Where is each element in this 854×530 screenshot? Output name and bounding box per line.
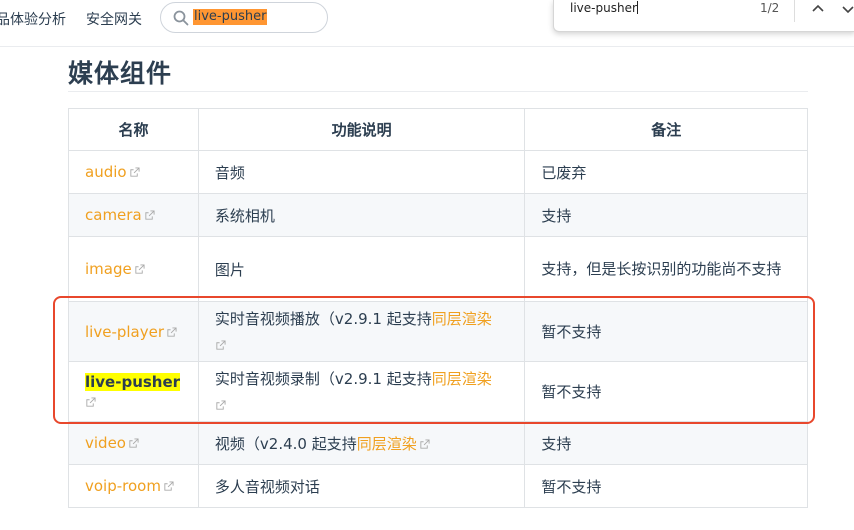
component-link-video[interactable]: video: [85, 434, 139, 452]
component-link-camera[interactable]: camera: [85, 206, 155, 224]
find-input[interactable]: live-pusher: [570, 1, 638, 15]
cell-name: voip-room: [68, 464, 199, 508]
cell-description: 多人音视频对话: [197, 464, 526, 508]
cell-note: 暂不支持: [524, 464, 808, 508]
link-text: image: [85, 260, 132, 278]
page-title: 媒体组件: [68, 59, 173, 88]
table-row: voip-room 多人音视频对话 暂不支持: [68, 464, 808, 508]
cell-description: 视频（v2.4.0 起支持同层渲染: [197, 421, 526, 465]
cell-note: 支持: [524, 193, 808, 237]
link-text: 同层渲染: [356, 434, 417, 453]
text-caret: [636, 1, 638, 14]
search-input[interactable]: live-pusher: [160, 2, 328, 33]
cell-name: camera: [68, 193, 199, 237]
search-value: live-pusher: [193, 9, 268, 25]
link-text: audio: [85, 163, 127, 181]
col-header-name: 名称: [68, 108, 199, 151]
link-text: camera: [85, 206, 142, 224]
cell-note: 支持: [524, 421, 808, 465]
external-link-icon: [135, 264, 145, 274]
cell-name: audio: [68, 150, 199, 194]
find-divider: [794, 0, 795, 22]
cell-name: image: [68, 236, 199, 302]
find-query: live-pusher: [570, 1, 637, 15]
external-link-icon: [420, 438, 430, 449]
table-row: video 视频（v2.4.0 起支持同层渲染 支持: [68, 421, 808, 465]
col-header-note: 备注: [524, 108, 808, 151]
table-row: image 图片 支持，但是长按识别的功能尚不支持: [68, 236, 808, 302]
heading-divider: [68, 91, 808, 92]
external-link-icon: [145, 210, 155, 220]
component-link-voip-room[interactable]: voip-room: [85, 477, 174, 495]
nav-link-experience-analysis[interactable]: 品体验分析: [0, 9, 66, 29]
table-row: audio 音频 已废弃: [68, 150, 808, 194]
annotation-highlight-box: [53, 296, 815, 424]
cell-description: 图片: [197, 236, 526, 302]
table-row: camera 系统相机 支持: [68, 193, 808, 237]
cell-name: video: [68, 421, 199, 465]
table-header-row: 名称 功能说明 备注: [68, 108, 808, 151]
desc-text: 视频（v2.4.0 起支持: [214, 434, 357, 453]
col-header-description: 功能说明: [197, 108, 526, 151]
cell-description: 音频: [197, 150, 526, 194]
find-prev-chevron-up-icon[interactable]: [808, 0, 828, 18]
find-next-chevron-down-icon[interactable]: [838, 0, 854, 18]
search-icon: [173, 10, 189, 26]
link-text: voip-room: [85, 477, 161, 495]
external-link-icon: [164, 481, 174, 491]
cell-note: 支持，但是长按识别的功能尚不支持: [524, 236, 808, 302]
cell-note: 已废弃: [524, 150, 808, 194]
component-link-audio[interactable]: audio: [85, 163, 140, 181]
link-text: video: [85, 434, 126, 452]
cell-description: 系统相机: [197, 193, 526, 237]
find-bar: live-pusher 1/2: [553, 0, 854, 32]
component-link-image[interactable]: image: [85, 260, 145, 278]
nav-link-security-gateway[interactable]: 安全网关: [86, 9, 142, 29]
external-link-icon: [129, 167, 140, 177]
external-link-icon: [129, 438, 139, 448]
same-layer-render-link[interactable]: 同层渲染: [357, 435, 430, 453]
find-match-count: 1/2: [760, 1, 780, 15]
